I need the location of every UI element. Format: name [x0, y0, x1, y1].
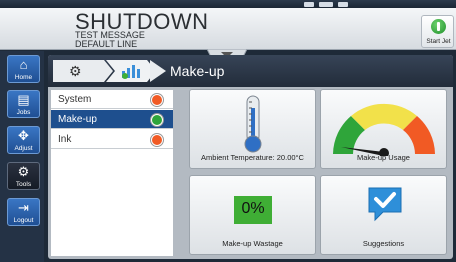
- logout-icon: ⇥: [18, 200, 29, 215]
- thermometer-icon: [244, 95, 262, 153]
- nav-jobs-button[interactable]: ▤ Jobs: [7, 90, 40, 118]
- list-item-label: System: [58, 94, 92, 105]
- fluid-levels-icon: [122, 65, 140, 79]
- usage-gauge-icon: [333, 103, 435, 156]
- makeup-wastage-label: Make-up Wastage: [222, 239, 283, 248]
- battery-icon: [338, 1, 348, 7]
- status-dot-icon: [151, 114, 163, 126]
- adjust-icon: ✥: [18, 128, 29, 143]
- makeup-wastage-tile[interactable]: 0% Make-up Wastage: [189, 175, 316, 255]
- jobs-icon: ▤: [17, 92, 30, 107]
- list-item-system[interactable]: System: [51, 90, 173, 109]
- header-message: TEST MESSAGE DEFAULT LINE: [75, 31, 145, 49]
- ambient-temperature-label: Ambient Temperature: 20.00°C: [201, 153, 304, 162]
- nav-label: Home: [14, 74, 33, 81]
- list-item-ink[interactable]: Ink: [51, 130, 173, 149]
- nav-logout-button[interactable]: ⇥ Logout: [7, 198, 40, 226]
- ambient-temperature-tile[interactable]: Ambient Temperature: 20.00°C: [189, 89, 316, 169]
- nav-adjust-button[interactable]: ✥ Adjust: [7, 126, 40, 154]
- list-item-label: Make-up: [58, 114, 97, 125]
- breadcrumb-tools[interactable]: ⚙: [53, 60, 113, 82]
- power-icon: [431, 19, 446, 34]
- nav-tools-button[interactable]: ⚙ Tools: [7, 162, 40, 190]
- suggestions-tile[interactable]: Suggestions: [320, 175, 447, 255]
- breadcrumb-arrow: [150, 60, 166, 82]
- nav-label: Logout: [13, 217, 34, 224]
- breadcrumb-fluids[interactable]: [106, 60, 156, 82]
- suggestions-label: Suggestions: [362, 239, 405, 248]
- line-name: DEFAULT LINE: [75, 39, 138, 49]
- wastage-indicator: 0%: [234, 196, 272, 224]
- breadcrumb: ⚙ Make-up: [48, 55, 453, 87]
- status-bar: [0, 0, 456, 8]
- users-icon: [319, 1, 333, 7]
- network-icon: [304, 1, 314, 7]
- main-panel: ⚙ Make-up System Make-up Ink Ambient Tem…: [48, 55, 453, 259]
- nav-home-button[interactable]: ⌂ Home: [7, 55, 40, 83]
- wastage-value: 0%: [241, 200, 265, 217]
- gear-icon: ⚙: [69, 63, 82, 79]
- sidebar: ⌂ Home ▤ Jobs ✥ Adjust ⚙ Tools ⇥ Logout: [0, 51, 44, 262]
- status-dot-icon: [151, 134, 163, 146]
- makeup-usage-label: Make-up Usage: [357, 153, 410, 162]
- start-jet-label: Start Jet: [426, 38, 451, 45]
- makeup-usage-tile[interactable]: Make-up Usage: [320, 89, 447, 169]
- status-icons: [304, 0, 348, 8]
- nav-label: Jobs: [16, 109, 31, 116]
- status-dot-icon: [151, 94, 163, 106]
- start-jet-button[interactable]: Start Jet: [421, 15, 454, 48]
- fluid-list: System Make-up Ink: [51, 90, 173, 256]
- list-item-label: Ink: [58, 134, 72, 145]
- gear-icon: ⚙: [17, 164, 30, 179]
- nav-label: Adjust: [14, 145, 33, 152]
- chat-check-icon: [368, 187, 402, 222]
- header-banner: SHUTDOWN TEST MESSAGE DEFAULT LINE Start…: [0, 8, 456, 50]
- page-title: Make-up: [170, 63, 225, 79]
- home-icon: ⌂: [19, 57, 28, 72]
- list-item-makeup[interactable]: Make-up: [51, 110, 173, 129]
- nav-label: Tools: [15, 181, 32, 188]
